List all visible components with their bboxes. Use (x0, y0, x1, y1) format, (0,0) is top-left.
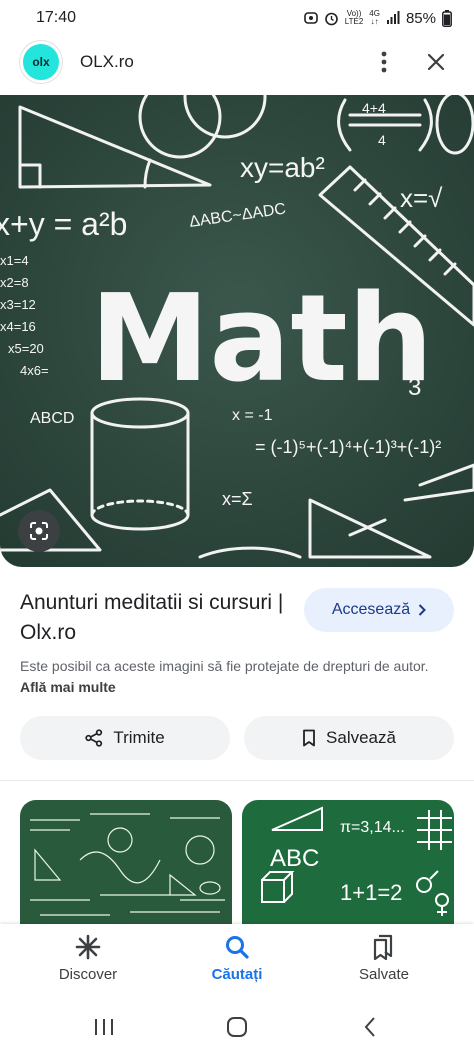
battery-icon (442, 9, 452, 27)
volte-indicator: Vo)) LTE2 (344, 9, 364, 26)
status-icons: Vo)) LTE2 4G ↓↑ 85% (303, 9, 452, 27)
thumb-chalkboard-2: ABC 1+1=2 π=3,14... (242, 800, 454, 928)
visit-button[interactable]: Accesează (304, 588, 454, 632)
chalk-eq-xy: xy=ab² (240, 152, 325, 183)
chalk-fraction-top: 4+4 (362, 100, 386, 116)
thumb-abc-text: ABC (270, 845, 319, 872)
chalk-x-minus-one: x = -1 (232, 407, 273, 424)
copyright-notice: Este posibil ca aceste imagini să fie pr… (20, 656, 440, 698)
close-button[interactable] (418, 44, 454, 80)
bookmarks-icon (373, 934, 393, 960)
chevron-right-icon (418, 604, 427, 616)
chalk-fraction-bottom: 4 (378, 132, 386, 148)
olx-logo: olx (20, 41, 62, 83)
chalk-three: 3 (408, 374, 421, 401)
home-icon (227, 1017, 247, 1037)
main-image[interactable]: xy=ab² x+y = a²b ΔABC~ΔADC 4+4 4 x=√ Mat… (0, 95, 474, 567)
nav-search-label: Căutați (211, 966, 263, 983)
bookmark-icon (303, 729, 315, 747)
nav-saved[interactable]: Salvate (324, 934, 444, 983)
chalk-times-3: x3=12 (0, 297, 36, 312)
chalk-times-4: x4=16 (0, 319, 36, 334)
visit-button-label: Accesează (331, 601, 411, 618)
chalk-times-1: x1=4 (0, 253, 29, 268)
source-header: olx OLX.ro (0, 36, 474, 88)
thumb-chalkboard-1 (20, 800, 232, 928)
chalk-times-2: x2=8 (0, 275, 29, 290)
nav-saved-label: Salvate (358, 966, 410, 983)
result-title: Anunturi meditatii si cursuri | Olx.ro (20, 591, 284, 644)
more-options-button[interactable] (366, 44, 402, 80)
related-image-1[interactable] (20, 800, 232, 928)
save-label: Salvează (326, 728, 396, 747)
network-indicator: 4G ↓↑ (369, 9, 380, 26)
nav-search[interactable]: Căutați (177, 934, 297, 983)
thumb-pi: π=3,14... (340, 819, 405, 836)
learn-more-link[interactable]: Află mai multe (20, 679, 116, 695)
thumb-equation: 1+1=2 (340, 880, 402, 905)
status-bar: 17:40 Vo)) LTE2 4G ↓↑ 85% (0, 0, 474, 36)
chalk-x-sqrt: x=√ (400, 183, 443, 213)
chalk-sum: x=Σ (222, 489, 253, 509)
chalk-series: = (-1)⁵+(-1)⁴+(-1)³+(-1)² (255, 437, 441, 457)
section-divider (0, 780, 474, 781)
chalk-eq-xplusy: x+y = a²b (0, 206, 127, 242)
recent-apps-icon (95, 1019, 113, 1035)
notification-icon (303, 12, 318, 24)
close-icon (427, 53, 445, 71)
search-icon (226, 936, 249, 959)
status-time: 17:40 (36, 9, 77, 26)
bottom-navigation: Discover Căutați Salvate (0, 924, 474, 1002)
asterisk-icon (75, 934, 101, 960)
nav-discover[interactable]: Discover (28, 934, 148, 983)
lens-icon (30, 522, 48, 540)
back-icon (364, 1017, 375, 1037)
chalk-abcd: ABCD (30, 410, 74, 427)
more-vert-icon (381, 51, 387, 73)
chalkboard-illustration: xy=ab² x+y = a²b ΔABC~ΔADC 4+4 4 x=√ Mat… (0, 95, 474, 567)
back-button[interactable] (350, 1012, 390, 1042)
share-icon (85, 729, 103, 747)
system-navigation-bar (0, 1002, 474, 1053)
home-button[interactable] (217, 1012, 257, 1042)
share-label: Trimite (113, 728, 165, 747)
notice-text: Este posibil ca aceste imagini să fie pr… (20, 658, 429, 674)
save-button[interactable]: Salvează (244, 716, 454, 760)
chalk-times-6: 4x6= (20, 363, 49, 378)
chalk-math-word: Math (90, 270, 433, 409)
signal-icon (386, 11, 400, 24)
nav-discover-label: Discover (58, 966, 118, 983)
related-image-2[interactable]: ABC 1+1=2 π=3,14... (242, 800, 454, 928)
share-button[interactable]: Trimite (20, 716, 230, 760)
recent-apps-button[interactable] (84, 1012, 124, 1042)
alarm-icon (324, 12, 338, 25)
site-name: OLX.ro (80, 52, 134, 71)
lens-button[interactable] (18, 510, 60, 552)
chalk-times-5: x5=20 (8, 341, 44, 356)
battery-level: 85% (405, 9, 436, 27)
